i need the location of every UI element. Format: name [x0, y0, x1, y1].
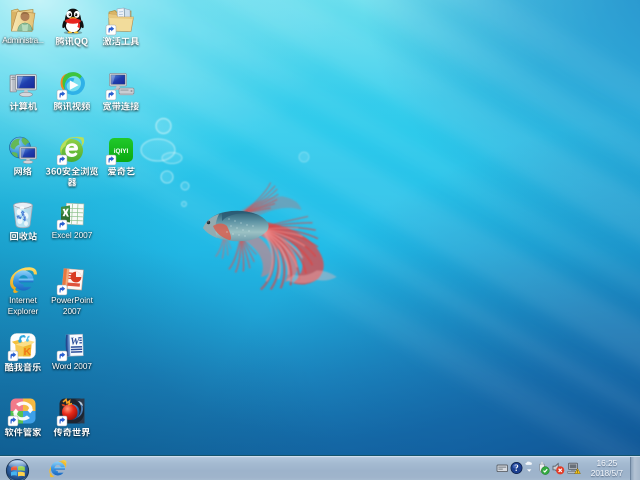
svg-text:W: W [70, 336, 80, 347]
svg-text:?: ? [514, 463, 519, 473]
svg-text:K: K [24, 346, 32, 358]
svg-text:iQIYI: iQIYI [114, 148, 129, 155]
